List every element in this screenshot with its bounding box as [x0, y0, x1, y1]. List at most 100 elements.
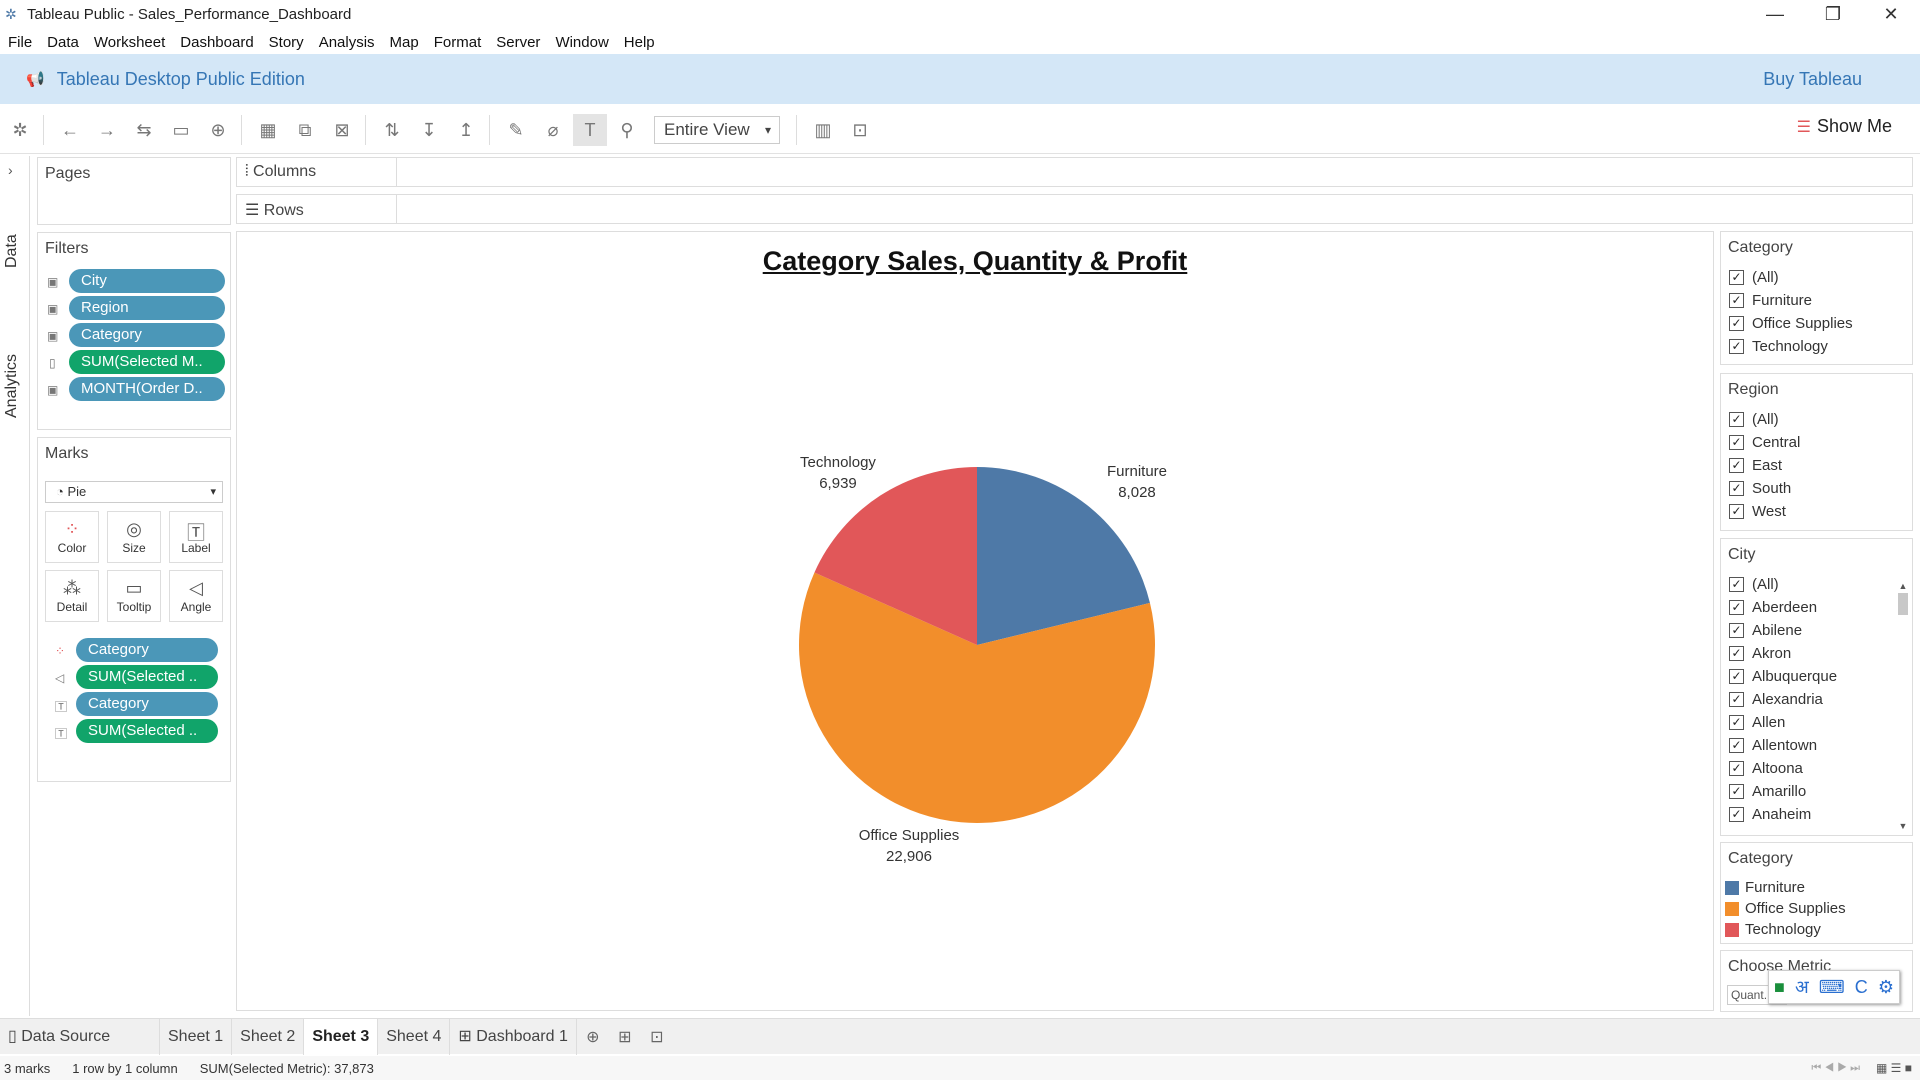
city-filter-item[interactable]: ✓ Akron	[1721, 642, 1912, 665]
group-members-icon[interactable]: ⌀	[536, 114, 570, 146]
city-filter-item[interactable]: ✓ Allentown	[1721, 734, 1912, 757]
category-filter-item[interactable]: ✓ Technology	[1721, 335, 1912, 358]
city-filter-item[interactable]: ✓ Abilene	[1721, 619, 1912, 642]
city-filter-item[interactable]: ✓ Allen	[1721, 711, 1912, 734]
menu-worksheet[interactable]: Worksheet	[94, 34, 165, 51]
menu-file[interactable]: File	[8, 34, 32, 51]
city-filter-item[interactable]: ✓ Alexandria	[1721, 688, 1912, 711]
input-tools-logo-icon[interactable]: ■	[1774, 977, 1785, 998]
duplicate-sheet-icon[interactable]: ⧉	[288, 114, 322, 146]
checkbox-checked-icon[interactable]: ✓	[1729, 316, 1744, 331]
legend-item[interactable]: Technology	[1721, 919, 1912, 940]
checkbox-checked-icon[interactable]: ✓	[1729, 807, 1744, 822]
city-filter-item[interactable]: ✓ Albuquerque	[1721, 665, 1912, 688]
presentation-mode-icon[interactable]: ⊡	[843, 114, 877, 146]
rows-shelf[interactable]: ☰ Rows	[236, 194, 1913, 224]
region-filter-item[interactable]: ✓ (All)	[1721, 408, 1912, 431]
minimize-button[interactable]: —	[1746, 0, 1804, 28]
checkbox-checked-icon[interactable]: ✓	[1729, 600, 1744, 615]
checkbox-checked-icon[interactable]: ✓	[1729, 270, 1744, 285]
restore-button[interactable]: ❐	[1804, 0, 1862, 28]
filter-pill-region[interactable]: Region	[69, 296, 225, 320]
mark-pill-category-label[interactable]: Category	[76, 692, 218, 716]
filter-pill-city[interactable]: City	[69, 269, 225, 293]
city-filter-item[interactable]: ✓ Aberdeen	[1721, 596, 1912, 619]
menu-story[interactable]: Story	[269, 34, 304, 51]
sort-descending-icon[interactable]: ↥	[449, 114, 483, 146]
pages-card[interactable]: Pages	[37, 157, 231, 225]
category-filter-item[interactable]: ✓ (All)	[1721, 266, 1912, 289]
city-filter-item[interactable]: ✓ Amarillo	[1721, 780, 1912, 803]
show-me-button[interactable]: ☰ Show Me	[1797, 116, 1892, 137]
checkbox-checked-icon[interactable]: ✓	[1729, 412, 1744, 427]
city-filter-item[interactable]: ✓ Altoona	[1721, 757, 1912, 780]
new-worksheet-tab-icon[interactable]: ⊕	[577, 1027, 609, 1047]
checkbox-checked-icon[interactable]: ✓	[1729, 738, 1744, 753]
new-data-source-icon[interactable]: ⊕	[201, 114, 235, 146]
menu-server[interactable]: Server	[496, 34, 540, 51]
new-dashboard-tab-icon[interactable]: ⊞	[609, 1027, 641, 1047]
view-mode-icon[interactable]: ▦ ☰ ■	[1876, 1061, 1912, 1075]
marks-color-button[interactable]: ⁘ Color	[45, 511, 99, 563]
checkbox-checked-icon[interactable]: ✓	[1729, 481, 1744, 496]
checkbox-checked-icon[interactable]: ✓	[1729, 715, 1744, 730]
sheet-nav-icon[interactable]: ⏮ ◀ ▶ ⏭	[1811, 1062, 1860, 1075]
category-filter-item[interactable]: ✓ Office Supplies	[1721, 312, 1912, 335]
tab-sheet-4[interactable]: Sheet 4	[378, 1018, 451, 1055]
legend-item[interactable]: Furniture	[1721, 877, 1912, 898]
marks-angle-button[interactable]: ◁ Angle	[169, 570, 223, 622]
undo-icon[interactable]: ←	[53, 114, 87, 146]
marks-detail-button[interactable]: ⁂ Detail	[45, 570, 99, 622]
scroll-up-icon[interactable]: ▲	[1898, 581, 1908, 591]
c-icon[interactable]: C	[1855, 977, 1868, 998]
new-worksheet-icon[interactable]: ▦	[251, 114, 285, 146]
menu-window[interactable]: Window	[555, 34, 608, 51]
checkbox-checked-icon[interactable]: ✓	[1729, 435, 1744, 450]
show-mark-labels-icon[interactable]: T	[573, 113, 607, 146]
checkbox-checked-icon[interactable]: ✓	[1729, 339, 1744, 354]
city-filter-scrollbar[interactable]: ▲ ▼	[1898, 581, 1908, 831]
analytics-tab[interactable]: Analytics	[3, 354, 21, 418]
filter-pill-selected-metric[interactable]: SUM(Selected M..	[69, 350, 225, 374]
marks-tooltip-button[interactable]: ▭ Tooltip	[107, 570, 161, 622]
marks-size-button[interactable]: ◎ Size	[107, 511, 161, 563]
buy-tableau-link[interactable]: Buy Tableau	[1763, 69, 1862, 90]
tab-sheet-1[interactable]: Sheet 1	[160, 1018, 233, 1055]
tab-sheet-2[interactable]: Sheet 2	[232, 1018, 305, 1055]
hindi-script-icon[interactable]: अ	[1795, 975, 1809, 999]
tableau-home-icon[interactable]: ✲	[3, 114, 37, 146]
region-filter-item[interactable]: ✓ Central	[1721, 431, 1912, 454]
close-button[interactable]: ✕	[1862, 0, 1920, 28]
clear-sheet-icon[interactable]: ⊠	[325, 114, 359, 146]
mark-pill-category-color[interactable]: Category	[76, 638, 218, 662]
keyboard-icon[interactable]: ⌨	[1819, 977, 1845, 998]
region-filter-item[interactable]: ✓ South	[1721, 477, 1912, 500]
tab-sheet-3[interactable]: Sheet 3	[304, 1018, 379, 1055]
menu-map[interactable]: Map	[390, 34, 419, 51]
menu-format[interactable]: Format	[434, 34, 482, 51]
legend-item[interactable]: Office Supplies	[1721, 898, 1912, 919]
menu-analysis[interactable]: Analysis	[319, 34, 375, 51]
settings-gear-icon[interactable]: ⚙	[1878, 977, 1894, 998]
region-filter-item[interactable]: ✓ West	[1721, 500, 1912, 523]
checkbox-checked-icon[interactable]: ✓	[1729, 458, 1744, 473]
new-story-tab-icon[interactable]: ⊡	[641, 1027, 673, 1047]
city-filter-item[interactable]: ✓ Anaheim	[1721, 803, 1912, 826]
checkbox-checked-icon[interactable]: ✓	[1729, 761, 1744, 776]
swap-rows-columns-icon[interactable]: ⇅	[375, 114, 409, 146]
save-icon[interactable]: ▭	[164, 114, 198, 146]
menu-dashboard[interactable]: Dashboard	[180, 34, 253, 51]
expand-pane-icon[interactable]: ›	[8, 162, 13, 178]
sort-ascending-icon[interactable]: ↧	[412, 114, 446, 146]
marks-label-button[interactable]: 🅃 Label	[169, 511, 223, 563]
input-method-toolbar[interactable]: ■ अ ⌨ C ⚙	[1768, 970, 1900, 1004]
data-tab[interactable]: Data	[3, 234, 21, 268]
fix-axes-icon[interactable]: ⚲	[610, 114, 644, 146]
region-filter-item[interactable]: ✓ East	[1721, 454, 1912, 477]
checkbox-checked-icon[interactable]: ✓	[1729, 504, 1744, 519]
checkbox-checked-icon[interactable]: ✓	[1729, 692, 1744, 707]
menu-data[interactable]: Data	[47, 34, 79, 51]
checkbox-checked-icon[interactable]: ✓	[1729, 293, 1744, 308]
checkbox-checked-icon[interactable]: ✓	[1729, 623, 1744, 638]
fit-dropdown[interactable]: Entire View	[654, 115, 780, 144]
